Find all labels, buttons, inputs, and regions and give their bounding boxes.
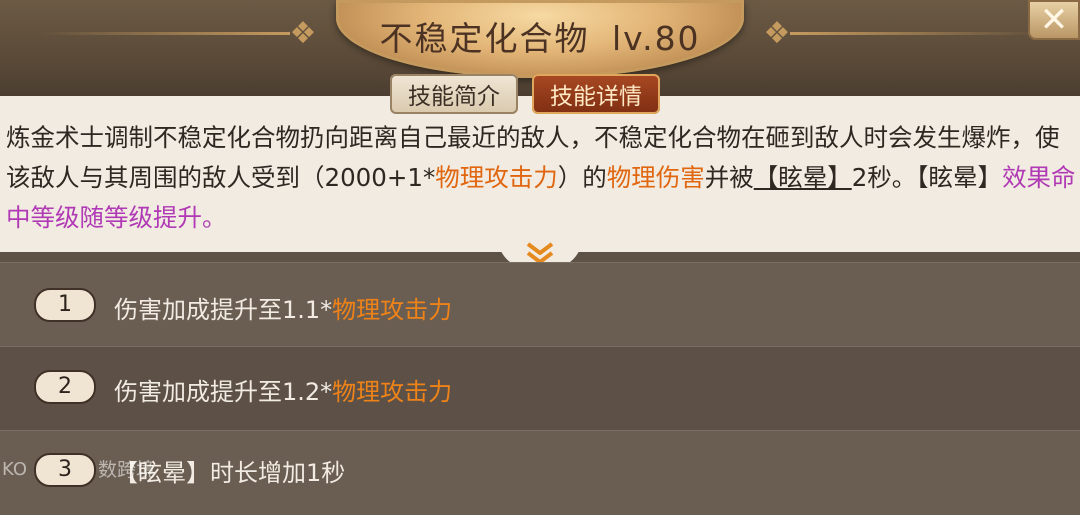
close-button[interactable]: ✕ <box>1028 0 1080 40</box>
left-ornament-icon: ❖ <box>289 16 317 51</box>
upgrade-description: 伤害加成提升至1.2* <box>114 378 333 406</box>
skill-description-panel: 炼金术士调制不稳定化合物扔向距离自己最近的敌人，不稳定化合物在砸到敌人时会发生爆… <box>0 96 1080 252</box>
upgrade-row: 1 伤害加成提升至1.1*物理攻击力 <box>0 262 1080 347</box>
desc-text-4: 2秒。【眩晕】 <box>851 163 1003 192</box>
skill-name: 不稳定化合物 <box>379 19 590 58</box>
skill-level: lv.80 <box>611 19 701 58</box>
upgrade-text: 伤害加成提升至1.2*物理攻击力 <box>114 372 452 407</box>
watermark: KO 数跨境 <box>2 452 155 484</box>
desc-highlight-attack: 物理攻击力 <box>435 163 558 192</box>
desc-highlight-damage: 物理伤害 <box>606 163 705 192</box>
right-ornament-line <box>790 32 1040 35</box>
skill-description: 炼金术士调制不稳定化合物扔向距离自己最近的敌人，不稳定化合物在砸到敌人时会发生爆… <box>6 118 1080 238</box>
svg-text:KO: KO <box>2 459 27 480</box>
tab-skill-intro[interactable]: 技能简介 <box>390 74 518 114</box>
watermark-logo-icon: KO <box>2 459 27 480</box>
right-ornament-icon: ❖ <box>763 16 791 51</box>
upgrade-text: 伤害加成提升至1.1*物理攻击力 <box>114 290 452 325</box>
upgrade-number-badge: 2 <box>34 370 96 404</box>
upgrade-highlight: 物理攻击力 <box>332 296 453 324</box>
tab-skill-details[interactable]: 技能详情 <box>532 74 660 114</box>
left-ornament-line <box>40 32 290 35</box>
skill-tabs: 技能简介 技能详情 <box>390 74 660 114</box>
desc-text-3: 并被 <box>704 163 754 192</box>
upgrade-row: 3 【眩晕】时长增加1秒 <box>0 430 1080 515</box>
upgrade-row: 2 伤害加成提升至1.2*物理攻击力 <box>0 346 1080 431</box>
skill-title: 不稳定化合物 lv.80 <box>336 12 744 60</box>
close-icon: ✕ <box>1039 0 1069 40</box>
upgrade-description: 伤害加成提升至1.1* <box>114 296 333 324</box>
desc-stun-link[interactable]: 【眩晕】 <box>754 163 852 192</box>
upgrade-number-badge: 1 <box>34 288 96 322</box>
watermark-text: 数跨境 <box>98 458 156 481</box>
desc-text-2: ）的 <box>557 163 607 192</box>
upgrade-highlight: 物理攻击力 <box>332 378 453 406</box>
